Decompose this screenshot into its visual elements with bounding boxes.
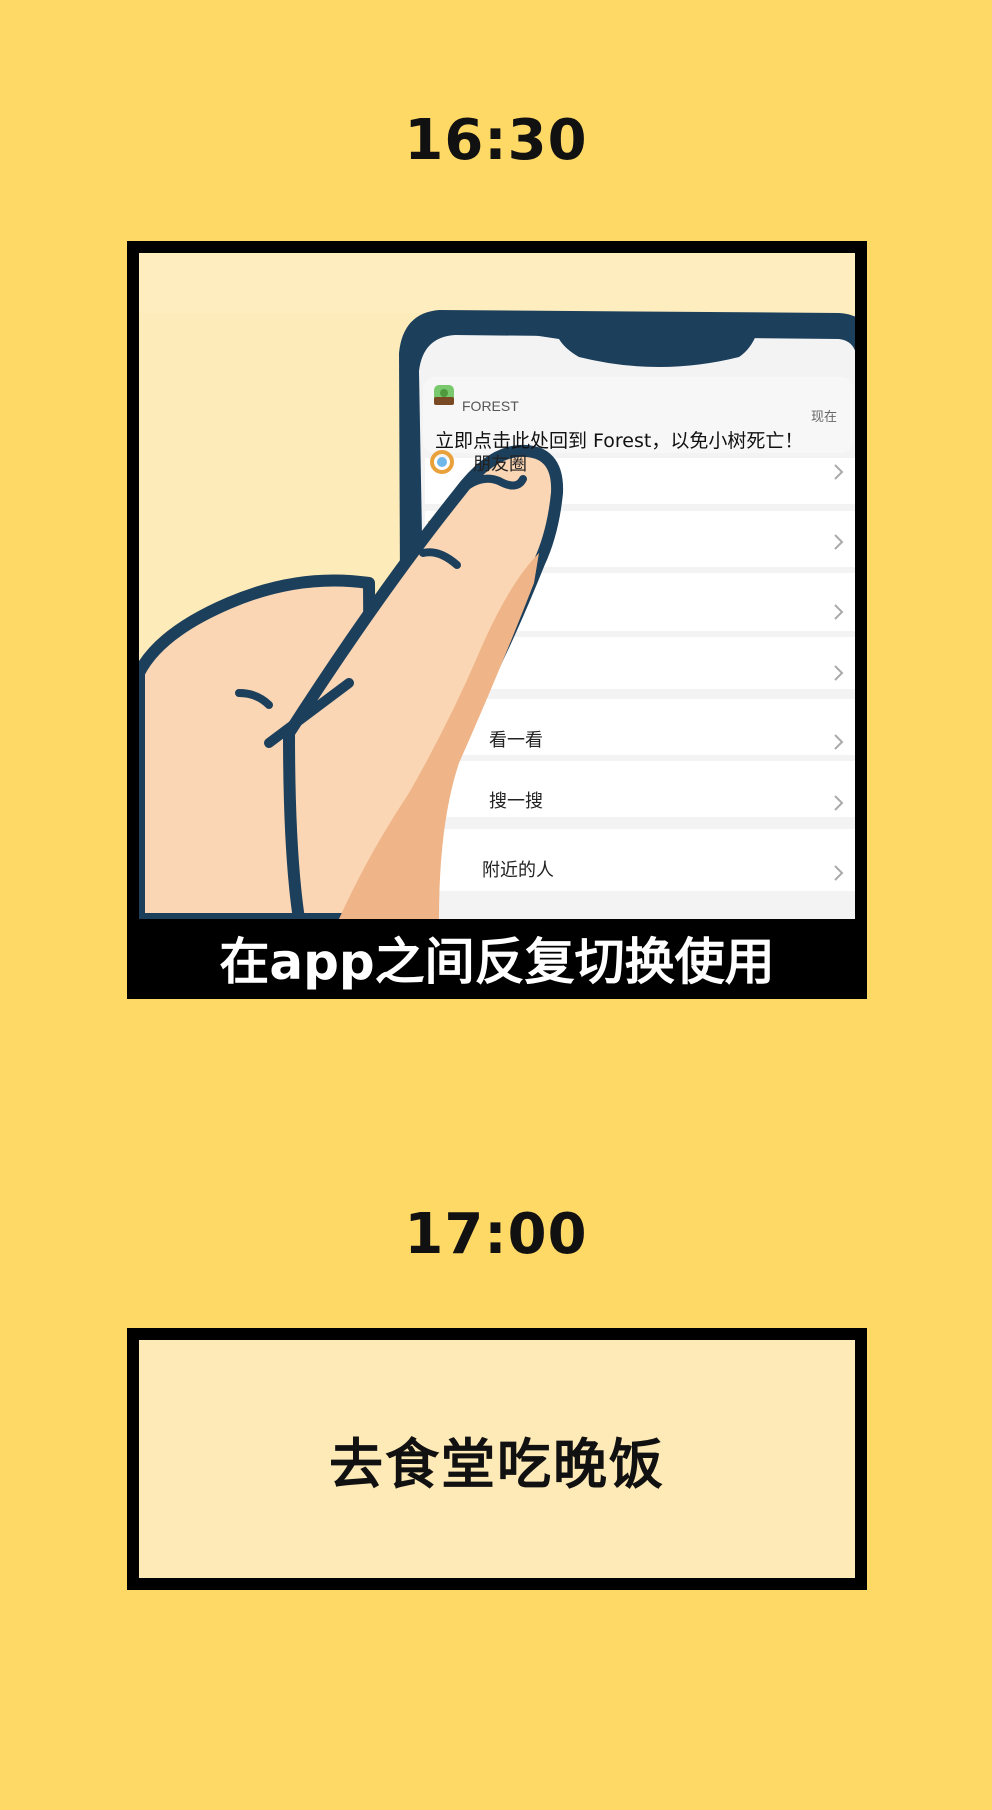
notification-app-name: FOREST bbox=[462, 398, 519, 414]
time-label-1: 16:30 bbox=[404, 108, 588, 173]
list-item-search: 搜一搜 bbox=[489, 791, 543, 812]
time-label-2: 17:00 bbox=[404, 1202, 588, 1267]
story-panel-app-switching: FOREST 现在 立即点击此处回到 Forest，以免小树死亡！ 朋友圈 看一… bbox=[127, 241, 867, 999]
dinner-panel-inner: 去食堂吃晚饭 bbox=[139, 1340, 855, 1578]
hand-pressing-phone-illustration bbox=[139, 253, 855, 919]
illustration-panel: FOREST 现在 立即点击此处回到 Forest，以免小树死亡！ 朋友圈 看一… bbox=[139, 253, 855, 919]
list-item-nearby: 附近的人 bbox=[482, 860, 554, 881]
notification-message: 立即点击此处回到 Forest，以免小树死亡！ bbox=[435, 430, 804, 452]
notification-time: 现在 bbox=[811, 409, 838, 424]
activity-text: 去食堂吃晚饭 bbox=[329, 1432, 665, 1496]
caption-text: 在app之间反复切换使用 bbox=[219, 932, 775, 991]
list-item-look: 看一看 bbox=[489, 730, 543, 751]
caption-bar: 在app之间反复切换使用 bbox=[127, 924, 867, 999]
list-item-moments: 朋友圈 bbox=[473, 454, 527, 475]
story-panel-dinner: 去食堂吃晚饭 bbox=[127, 1328, 867, 1590]
